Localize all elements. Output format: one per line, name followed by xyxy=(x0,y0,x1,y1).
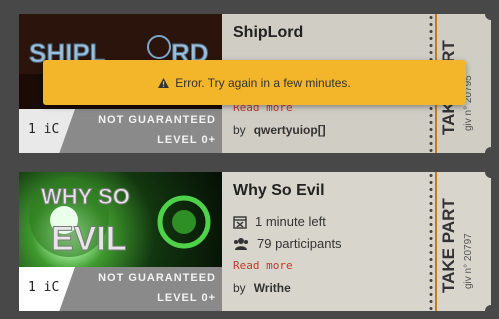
game-title[interactable]: Why So Evil xyxy=(233,182,325,200)
take-part-button[interactable]: TAKE PART giv n° 20797 xyxy=(435,172,491,311)
game-title[interactable]: ShipLord xyxy=(233,24,303,42)
giveaway-card: WHY SO EVIL 1 iC NOT GUARANTEED LEVEL 0+… xyxy=(19,166,497,317)
author-line: by qwertyuiop[] xyxy=(233,123,326,137)
users-icon xyxy=(234,237,248,250)
ticket-notch xyxy=(485,305,497,317)
read-more-link[interactable]: Read more xyxy=(233,259,293,272)
guarantee-label: NOT GUARANTEED xyxy=(98,114,216,126)
price-label: 1 iC xyxy=(28,280,60,295)
svg-text:EVIL: EVIL xyxy=(51,220,127,258)
time-left-row: 1 minute left xyxy=(233,214,326,229)
ticket-notch xyxy=(485,166,497,178)
calendar-x-icon xyxy=(233,215,247,229)
author-link[interactable]: Writhe xyxy=(254,281,291,295)
guarantee-label: NOT GUARANTEED xyxy=(98,272,216,284)
why-so-evil-logo: WHY SO EVIL xyxy=(29,177,211,259)
author-line: by Writhe xyxy=(233,281,291,295)
time-left-text: 1 minute left xyxy=(255,214,326,229)
game-banner[interactable]: WHY SO EVIL 1 iC NOT GUARANTEED LEVEL 0+ xyxy=(19,172,222,311)
ticket-perforation xyxy=(429,172,433,311)
level-label: LEVEL 0+ xyxy=(157,292,216,304)
price-label: 1 iC xyxy=(28,122,60,137)
take-part-label: TAKE PART xyxy=(439,198,458,293)
by-label: by xyxy=(233,123,246,137)
participants-row: 79 participants xyxy=(233,236,342,251)
toast-message: Error. Try again in a few minutes. xyxy=(175,75,351,90)
author-link[interactable]: qwertyuiop[] xyxy=(254,123,326,137)
svg-text:WHY SO: WHY SO xyxy=(41,184,130,209)
level-label: LEVEL 0+ xyxy=(157,134,216,146)
ticket-notch xyxy=(485,8,497,20)
ticket-notch xyxy=(485,147,497,159)
error-toast[interactable]: Error. Try again in a few minutes. xyxy=(43,60,466,105)
by-label: by xyxy=(233,281,246,295)
warning-icon xyxy=(158,77,170,88)
participants-text: 79 participants xyxy=(257,236,342,251)
giveaway-number: giv n° 20797 xyxy=(463,233,474,289)
ticket-panel: Why So Evil 1 minute left 79 participant… xyxy=(222,166,497,317)
